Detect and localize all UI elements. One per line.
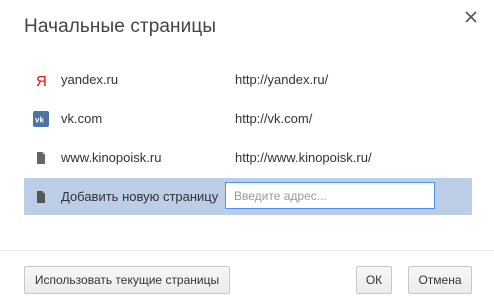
add-page-row[interactable]: Добавить новую страницу [24, 178, 472, 215]
close-button[interactable] [462, 8, 480, 26]
cancel-button[interactable]: Отмена [408, 266, 472, 294]
startup-pages-list: Я yandex.ru http://yandex.ru/ vk vk.com … [24, 60, 472, 215]
page-name: yandex.ru [61, 72, 119, 87]
add-page-label: Добавить новую страницу [61, 189, 219, 204]
list-item[interactable]: vk vk.com http://vk.com/ [24, 99, 472, 138]
page-url: http://yandex.ru/ [235, 72, 329, 87]
page-icon [33, 150, 49, 166]
page-name: www.kinopoisk.ru [61, 150, 162, 165]
dialog-title: Начальные страницы [24, 16, 217, 37]
list-item[interactable]: www.kinopoisk.ru http://www.kinopoisk.ru… [24, 138, 472, 177]
url-input[interactable] [225, 182, 435, 209]
startup-pages-dialog: Начальные страницы Я yandex.ru http://ya… [0, 0, 494, 304]
footer-divider [0, 250, 494, 251]
use-current-pages-button[interactable]: Использовать текущие страницы [24, 266, 230, 294]
svg-text:vk: vk [35, 116, 44, 125]
page-url: http://vk.com/ [235, 111, 313, 126]
svg-text:Я: Я [36, 73, 47, 88]
close-icon [465, 11, 477, 23]
ok-button[interactable]: ОК [356, 266, 392, 294]
page-icon [33, 189, 49, 205]
page-name: vk.com [61, 111, 103, 126]
yandex-favicon-icon: Я [33, 72, 49, 90]
vk-favicon-icon: vk [33, 111, 49, 127]
page-url: http://www.kinopoisk.ru/ [235, 150, 372, 165]
list-item[interactable]: Я yandex.ru http://yandex.ru/ [24, 60, 472, 99]
